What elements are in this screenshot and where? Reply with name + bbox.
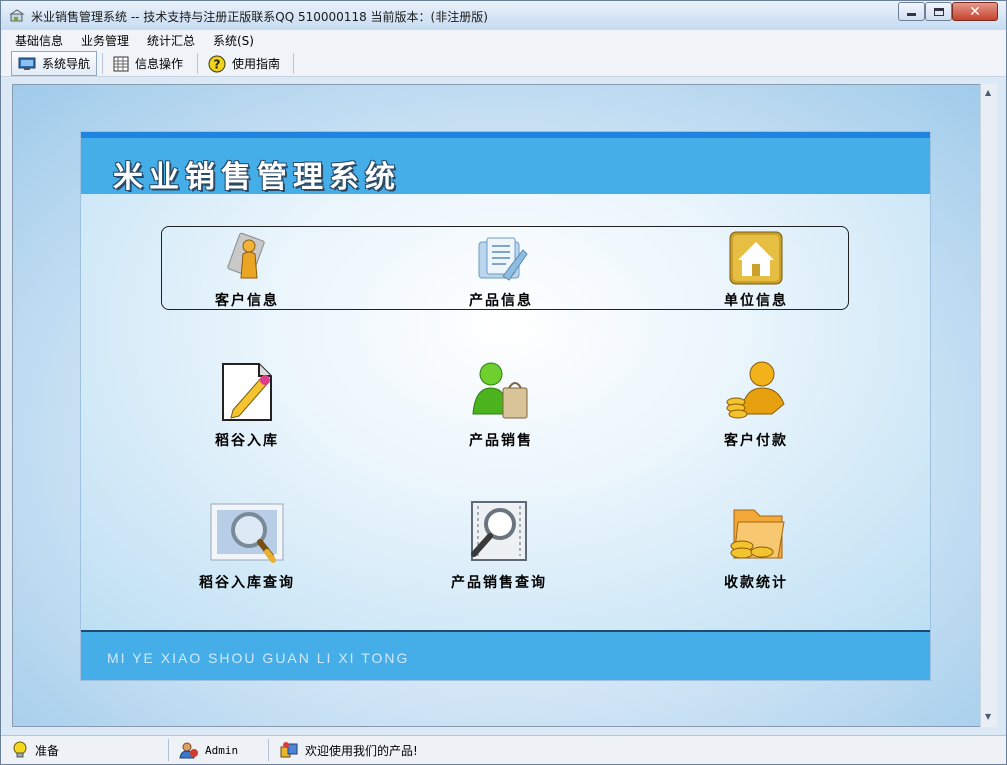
status-bar: 准备 Admin 欢迎使用我们的产品! xyxy=(1,735,1006,764)
svg-text:?: ? xyxy=(214,57,221,71)
app-icon xyxy=(9,9,25,22)
tile-label: 客户付款 xyxy=(724,433,788,449)
footer-pinyin: MI YE XIAO SHOU GUAN LI XI TONG xyxy=(107,650,410,666)
tile-label: 客户信息 xyxy=(215,293,279,309)
minimize-button[interactable] xyxy=(898,2,925,21)
tile-label: 收款统计 xyxy=(724,575,788,591)
grid-icon xyxy=(113,56,129,71)
scroll-down-icon[interactable]: ▼ xyxy=(985,712,991,721)
tile-label: 产品信息 xyxy=(469,293,533,309)
tile-sales-query[interactable]: 产品销售查询 xyxy=(447,500,551,592)
customer-info-icon xyxy=(219,230,275,286)
toolbar-separator xyxy=(293,53,294,74)
menu-system[interactable]: 系统(S) xyxy=(213,32,254,49)
tile-label: 稻谷入库查询 xyxy=(199,575,295,591)
tile-label: 单位信息 xyxy=(724,293,788,309)
maximize-button[interactable] xyxy=(925,2,952,21)
nav-button[interactable]: 系统导航 xyxy=(11,51,98,76)
status-user: Admin xyxy=(169,736,267,764)
status-welcome: 欢迎使用我们的产品! xyxy=(269,736,669,764)
nav-label: 系统导航 xyxy=(42,57,91,71)
maximize-icon xyxy=(933,7,944,16)
main-window: 米业销售管理系统 -- 技术支持与注册正版联系QQ 510000118 当前版本… xyxy=(0,0,1007,765)
menu-basic-info[interactable]: 基础信息 xyxy=(15,32,63,49)
menu-statistics[interactable]: 统计汇总 xyxy=(147,32,195,49)
product-box-icon xyxy=(280,742,298,758)
panel-title: 米业销售管理系统 xyxy=(113,160,401,195)
tile-sales[interactable]: 产品销售 xyxy=(469,358,533,450)
toolbar-separator xyxy=(197,53,198,74)
status-ready-text: 准备 xyxy=(35,743,60,758)
lightbulb-icon xyxy=(13,741,27,758)
nav-panel: 米业销售管理系统 客户信息 产品信息 单位信息 稻谷入库 产品销售 客户付款 稻… xyxy=(80,131,931,681)
minimize-icon xyxy=(907,13,916,16)
tile-stock-in[interactable]: 稻谷入库 xyxy=(215,358,279,450)
close-button[interactable]: ✕ xyxy=(952,2,998,21)
tile-label: 稻谷入库 xyxy=(215,433,279,449)
tile-product-info[interactable]: 产品信息 xyxy=(469,230,533,310)
title-bar[interactable]: 米业销售管理系统 -- 技术支持与注册正版联系QQ 510000118 当前版本… xyxy=(1,1,1006,30)
panel-body: 客户信息 产品信息 单位信息 稻谷入库 产品销售 客户付款 稻谷入库查询 产品销… xyxy=(81,194,930,630)
payment-icon xyxy=(724,358,788,422)
scroll-up-icon[interactable]: ▲ xyxy=(985,88,991,97)
tile-label: 产品销售查询 xyxy=(451,575,547,591)
tile-receipt-stats[interactable]: 收款统计 xyxy=(724,500,788,592)
help-icon: ? xyxy=(208,55,226,72)
status-welcome-text: 欢迎使用我们的产品! xyxy=(305,743,418,758)
tile-unit-info[interactable]: 单位信息 xyxy=(724,230,788,310)
status-user-text: Admin xyxy=(205,743,239,757)
status-ready: 准备 xyxy=(1,736,167,764)
product-info-icon xyxy=(473,230,529,286)
tile-label: 产品销售 xyxy=(469,433,533,449)
guide-label: 使用指南 xyxy=(232,57,281,71)
user-icon xyxy=(179,742,198,759)
close-icon: ✕ xyxy=(969,3,981,20)
stock-in-icon xyxy=(215,358,279,422)
sales-icon xyxy=(469,358,533,422)
receipt-stats-icon xyxy=(724,500,788,564)
vertical-scrollbar[interactable]: ▲ ▼ xyxy=(980,84,997,727)
stock-in-query-icon xyxy=(199,500,295,564)
tile-customer-info[interactable]: 客户信息 xyxy=(215,230,279,310)
tile-stock-in-query[interactable]: 稻谷入库查询 xyxy=(199,500,295,592)
panel-footer: MI YE XIAO SHOU GUAN LI XI TONG xyxy=(81,630,930,680)
guide-button[interactable]: ? 使用指南 xyxy=(202,51,286,76)
monitor-icon xyxy=(18,57,36,70)
menu-bar: 基础信息 业务管理 统计汇总 系统(S) xyxy=(1,30,1006,50)
info-label: 信息操作 xyxy=(135,57,184,71)
window-title: 米业销售管理系统 -- 技术支持与注册正版联系QQ 510000118 当前版本… xyxy=(31,10,488,24)
unit-info-icon xyxy=(728,230,784,286)
toolbar-separator xyxy=(102,53,103,74)
tile-payment[interactable]: 客户付款 xyxy=(724,358,788,450)
toolbar: 系统导航 信息操作 ? 使用指南 xyxy=(1,50,1006,77)
panel-header: 米业销售管理系统 xyxy=(81,138,930,195)
menu-business[interactable]: 业务管理 xyxy=(81,32,129,49)
sales-query-icon xyxy=(447,500,551,564)
info-button[interactable]: 信息操作 xyxy=(107,51,189,76)
